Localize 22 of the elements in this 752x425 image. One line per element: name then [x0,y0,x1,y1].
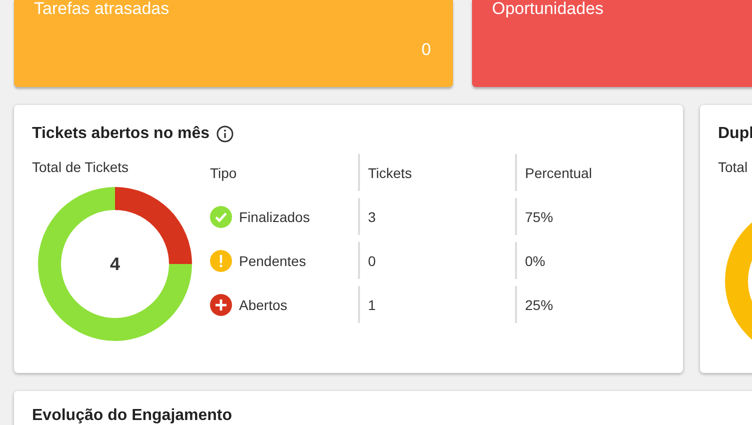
card-title: Tarefas atrasadas [34,0,170,18]
column-header: Tipo [210,164,238,183]
column-header: Percentual [515,154,655,191]
ticket-type: Finalizados [239,208,310,224]
ticket-type: Abertos [239,296,288,312]
table-cell: 1 [358,286,515,323]
table-cell: 3 [358,198,515,235]
info-icon[interactable] [216,125,234,143]
card-title: Oportunidades [492,0,605,18]
column-header: Tickets [358,154,515,191]
card-value: 0 [422,40,431,60]
donut-label: Total [718,159,749,175]
card-title: Dupl [718,125,752,143]
table-cell: 75% [515,198,655,235]
card-title: Tickets abertos no mês [32,125,210,143]
donut-total: 4 [108,254,121,275]
table-cell: 0% [515,242,655,279]
card-title: Evolução do Engajamento [32,407,232,424]
ticket-type: Pendentes [239,252,306,268]
donut-label: Total de Tickets [32,159,130,175]
table-cell: 25% [515,286,655,323]
table-cell: 0 [358,242,515,279]
